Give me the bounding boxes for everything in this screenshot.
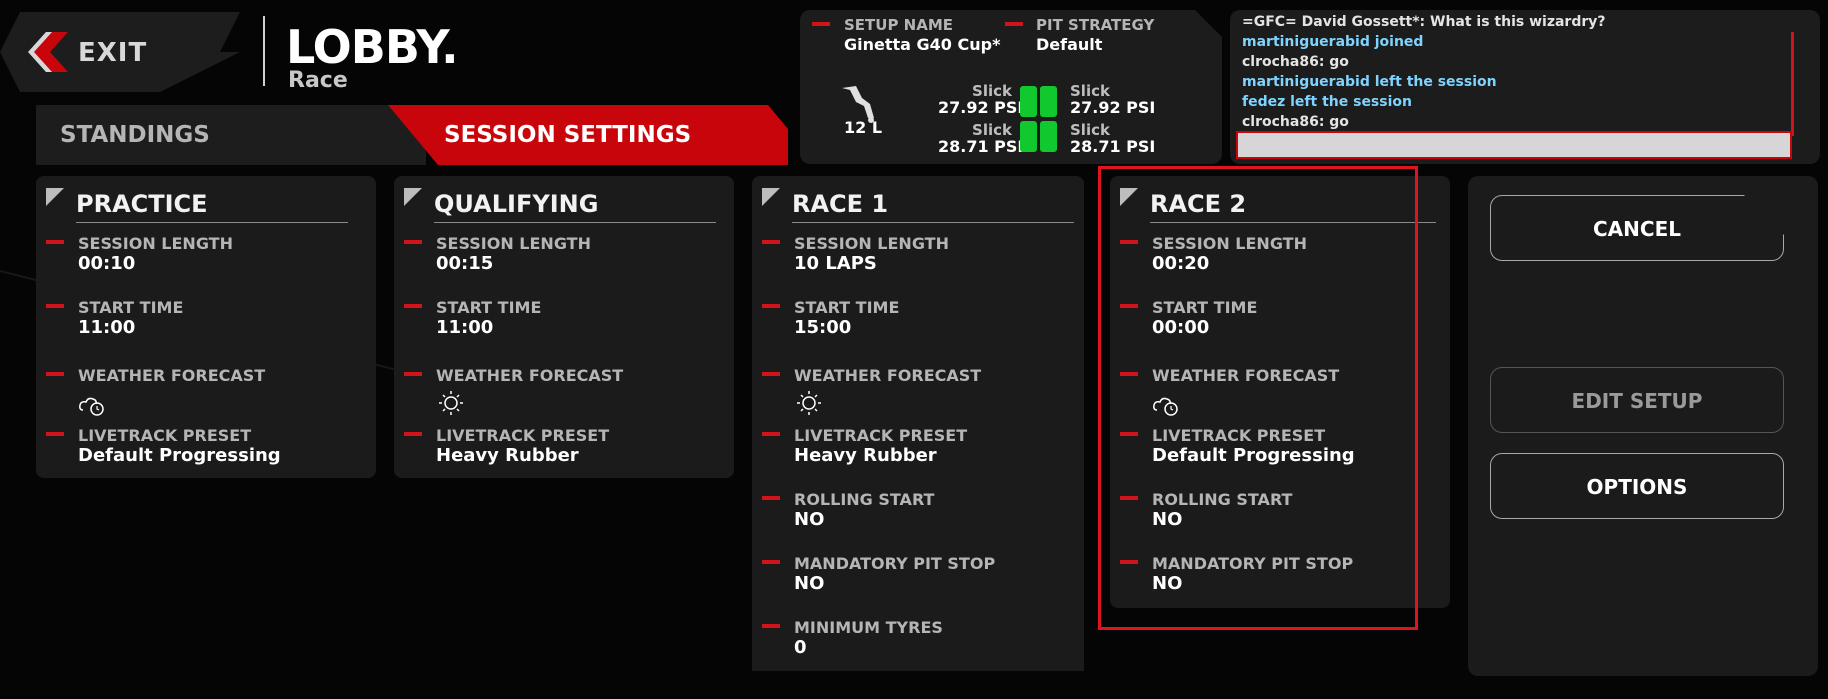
livetrack-preset-label: LIVETRACK PRESET — [436, 426, 610, 445]
livetrack-preset-label: LIVETRACK PRESET — [794, 426, 968, 445]
sun-icon[interactable] — [794, 390, 824, 416]
header-divider — [263, 16, 265, 86]
minimum-tyres-value[interactable]: 0 — [794, 637, 807, 658]
field-marker — [46, 304, 64, 308]
weather-forecast-label: WEATHER FORECAST — [78, 366, 266, 385]
field-marker — [404, 432, 422, 436]
minimum-tyres-label: MINIMUM TYRES — [794, 618, 943, 637]
session-panel-practice: PRACTICE SESSION LENGTH 00:10 START TIME… — [36, 176, 376, 478]
setup-name-value: Ginetta G40 Cup* — [844, 35, 1001, 54]
session-length-value[interactable]: 00:15 — [436, 253, 493, 274]
start-time-value[interactable]: 11:00 — [436, 317, 493, 338]
panel-corner-marker — [762, 188, 780, 206]
rolling-start-value[interactable]: NO — [794, 509, 824, 530]
livetrack-preset-label: LIVETRACK PRESET — [78, 426, 252, 445]
panel-title: PRACTICE — [76, 190, 208, 218]
livetrack-preset-value[interactable]: Heavy Rubber — [794, 445, 937, 466]
chat-message: =GFC= David Gossett*: What is this wizar… — [1242, 14, 1606, 30]
edit-setup-button[interactable]: EDIT SETUP — [1490, 367, 1784, 433]
chat-message: clrocha86: go — [1242, 54, 1349, 70]
start-time-value[interactable]: 11:00 — [78, 317, 135, 338]
start-time-label: START TIME — [436, 298, 542, 317]
panel-divider — [434, 222, 716, 223]
field-marker — [762, 432, 780, 436]
panel-divider — [76, 222, 348, 223]
panel-corner-marker — [46, 188, 64, 206]
fuel-value: 12 L — [844, 118, 883, 137]
tyre-fr-psi: 27.92 PSI — [1070, 98, 1156, 117]
page-subtitle: Race — [288, 68, 348, 93]
panel-title: RACE 1 — [792, 190, 889, 218]
mandatory-pit-stop-label: MANDATORY PIT STOP — [794, 554, 996, 573]
start-time-label: START TIME — [78, 298, 184, 317]
livetrack-preset-value[interactable]: Heavy Rubber — [436, 445, 579, 466]
chat-message: clrocha86: go — [1242, 114, 1349, 130]
cancel-button[interactable]: CANCEL — [1490, 195, 1784, 261]
field-marker — [404, 372, 422, 376]
field-marker — [762, 624, 780, 628]
tab-standings[interactable]: STANDINGS — [36, 105, 426, 165]
session-length-value[interactable]: 10 LAPS — [794, 253, 877, 274]
session-panel-race1: RACE 1 SESSION LENGTH 10 LAPS START TIME… — [752, 176, 1084, 671]
weather-forecast-label: WEATHER FORECAST — [436, 366, 624, 385]
mandatory-pit-stop-value[interactable]: NO — [794, 573, 824, 594]
setup-name-marker — [812, 22, 830, 26]
tyre-fl-psi: 27.92 PSI — [938, 98, 1024, 117]
chat-message: fedez left the session — [1242, 94, 1412, 110]
rolling-start-label: ROLLING START — [794, 490, 935, 509]
start-time-label: START TIME — [794, 298, 900, 317]
chat-message: martiniguerabid joined — [1242, 34, 1424, 50]
session-panel-qualifying: QUALIFYING SESSION LENGTH 00:15 START TI… — [394, 176, 734, 478]
field-marker — [404, 304, 422, 308]
start-time-value[interactable]: 15:00 — [794, 317, 851, 338]
field-marker — [762, 560, 780, 564]
weather-forecast-label: WEATHER FORECAST — [794, 366, 982, 385]
panel-corner-marker — [404, 188, 422, 206]
field-marker — [404, 240, 422, 244]
panel-divider — [792, 222, 1074, 223]
chat-input[interactable] — [1236, 131, 1792, 159]
field-marker — [762, 496, 780, 500]
chat-panel: =GFC= David Gossett*: What is this wizar… — [1230, 10, 1820, 164]
field-marker — [762, 372, 780, 376]
cloudy-night-icon[interactable] — [78, 392, 108, 418]
session-length-value[interactable]: 00:10 — [78, 253, 135, 274]
setup-name-label: SETUP NAME — [844, 16, 954, 34]
field-marker — [46, 240, 64, 244]
exit-chevron-icon — [28, 32, 68, 72]
tyre-rr-psi: 28.71 PSI — [1070, 137, 1156, 156]
chat-scrollbar[interactable] — [1791, 32, 1794, 136]
chat-message: martiniguerabid left the session — [1242, 74, 1497, 90]
setup-summary: SETUP NAME Ginetta G40 Cup* PIT STRATEGY… — [800, 10, 1222, 164]
tyre-fl-indicator — [1020, 86, 1037, 117]
exit-button[interactable]: EXIT — [0, 12, 240, 92]
pit-strategy-marker — [1005, 22, 1023, 26]
livetrack-preset-value[interactable]: Default Progressing — [78, 445, 281, 466]
tyre-rl-indicator — [1020, 121, 1037, 152]
field-marker — [762, 240, 780, 244]
pit-strategy-label: PIT STRATEGY — [1036, 16, 1155, 34]
session-length-label: SESSION LENGTH — [436, 234, 591, 253]
panel-title: QUALIFYING — [434, 190, 599, 218]
session-length-label: SESSION LENGTH — [78, 234, 233, 253]
options-button[interactable]: OPTIONS — [1490, 453, 1784, 519]
tab-session-settings-label: SESSION SETTINGS — [444, 122, 692, 148]
sun-icon[interactable] — [436, 390, 466, 416]
exit-label: EXIT — [78, 38, 148, 68]
field-marker — [46, 372, 64, 376]
pit-strategy-value: Default — [1036, 35, 1103, 54]
page-title: LOBBY. — [286, 20, 459, 74]
tyre-fr-indicator — [1040, 86, 1057, 117]
session-length-label: SESSION LENGTH — [794, 234, 949, 253]
tyre-rr-indicator — [1040, 121, 1057, 152]
field-marker — [762, 304, 780, 308]
tab-standings-label: STANDINGS — [60, 122, 210, 148]
selection-highlight — [1098, 166, 1418, 630]
tab-session-settings[interactable]: SESSION SETTINGS — [388, 105, 788, 165]
tyre-rl-psi: 28.71 PSI — [938, 137, 1024, 156]
field-marker — [46, 432, 64, 436]
